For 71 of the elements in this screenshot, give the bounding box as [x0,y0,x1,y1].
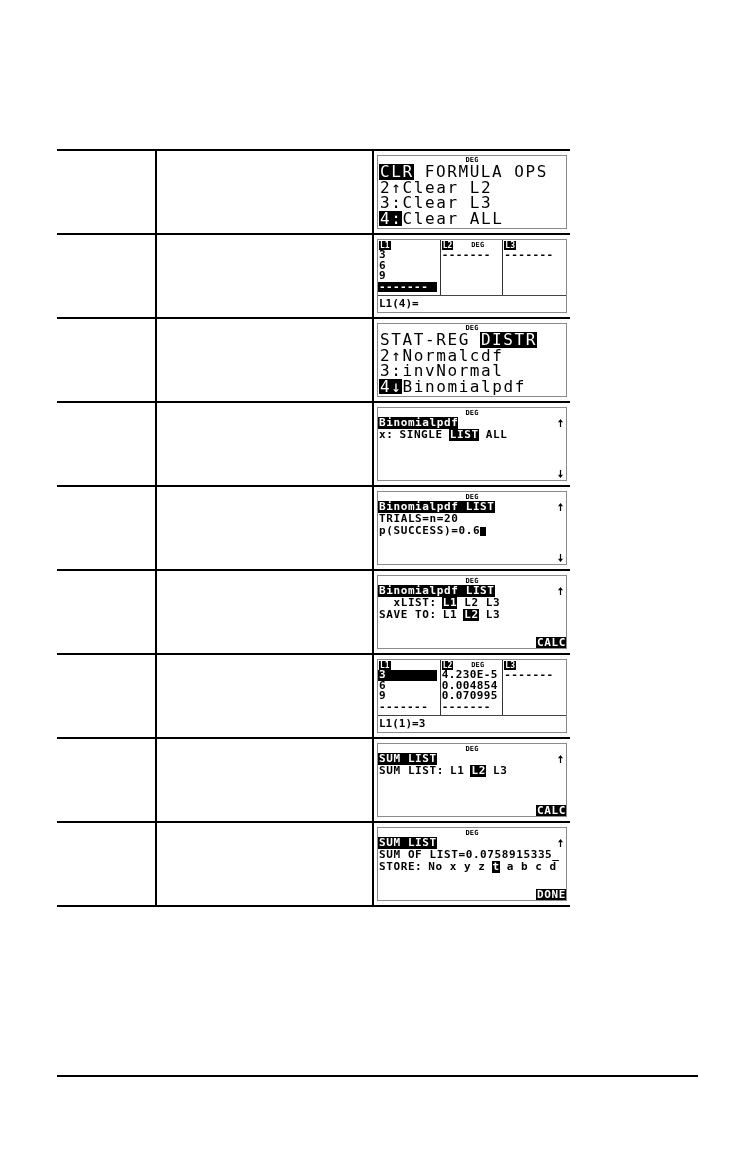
option-item[interactable]: L2 [463,597,479,609]
menu-item[interactable]: 3:Clear L3 [378,195,566,211]
list-cell-text: 6 [378,260,388,271]
option-item[interactable]: a [505,861,514,873]
text-line: TRIALS=n=20 [379,513,459,525]
screen-title: Binomialpdf LIST [378,585,495,597]
option-item[interactable]: L1 [449,765,465,777]
screen-title: Binomialpdf [378,417,459,429]
menu-item[interactable]: 4↓Binomialpdf [378,378,566,394]
menu-tab[interactable]: OPS [513,164,549,180]
list-header: L2 [441,240,454,250]
text-line: p(SUCCESS)=0.6 [379,525,481,537]
softkey-button[interactable]: CALC [536,637,566,648]
list-cell-text: 6 [378,680,388,691]
list-cell-text: 9 [378,691,388,702]
option-item[interactable]: y [463,861,472,873]
list-cell-text: 0.070995 [440,691,499,702]
option-label: SAVE TO: [379,609,437,621]
softkey-button[interactable]: CALC [536,805,566,816]
option-item[interactable]: L1 [441,597,458,609]
option-item[interactable]: d [548,861,557,873]
list-cell-text: 0.004854 [440,680,499,691]
option-label: x: [379,429,394,441]
list-cell: ------- [378,281,437,292]
menu-tab[interactable]: CLR [379,164,414,180]
option-item[interactable]: SINGLE [398,429,443,441]
option-item[interactable]: ALL [484,429,508,441]
option-item[interactable]: b [519,861,529,873]
list-cell-text: 3 [378,250,388,261]
list-cell-text: ------- [503,670,555,681]
list-cell-text: ------- [378,701,430,712]
option-item[interactable]: L3 [491,765,508,777]
option-label: SUM LIST: [379,765,444,777]
input-line[interactable]: L1(1)=3 [378,715,566,732]
menu-item[interactable]: 2↑Clear L2 [378,179,566,195]
input-line[interactable]: L1(4)= [378,295,566,312]
list-header: L1 [379,660,391,670]
option-item[interactable]: L2 [463,609,479,621]
menu-tab[interactable]: DISTR [479,332,538,348]
option-label: STORE: [379,861,423,873]
option-item[interactable]: x [448,861,458,873]
option-item[interactable]: L2 [470,765,486,777]
list-cell: 3 [378,670,437,681]
screen-title: SUM LIST [378,753,437,765]
screen-title: SUM LIST [378,837,437,849]
softkey-button[interactable]: DONE [536,889,566,900]
option-item[interactable]: LIST [448,429,479,441]
option-item[interactable]: t [491,861,500,873]
menu-tab[interactable]: FORMULA [423,164,504,180]
menu-tab[interactable]: STAT-REG [379,332,470,348]
option-item[interactable]: L3 [484,597,501,609]
option-item[interactable]: No [427,861,443,873]
option-item[interactable]: L1 [441,609,458,621]
menu-item[interactable]: 3:invNormal [378,363,566,379]
menu-item[interactable]: 2↑Normalcdf [378,347,566,363]
list-cell-text: 4.230E-5 [440,670,499,681]
list-cell-text: ------- [440,250,492,261]
list-header: L3 [504,660,516,670]
list-header: L3 [504,240,516,250]
list-header: L2 [441,660,454,670]
list-header: L1 [379,240,391,250]
option-item[interactable]: L3 [484,609,501,621]
menu-item[interactable]: 4:Clear ALL [378,210,566,226]
option-item[interactable]: c [534,861,543,873]
list-cell-text: ------- [503,250,555,261]
text-line: SUM OF LIST=0.0758915335_ [379,849,560,861]
option-label: xLIST: [393,597,437,609]
list-cell-text: ------- [440,701,492,712]
list-cell-text: 9 [378,271,388,282]
screen-title: Binomialpdf LIST [378,501,495,513]
option-item[interactable]: z [477,861,486,873]
